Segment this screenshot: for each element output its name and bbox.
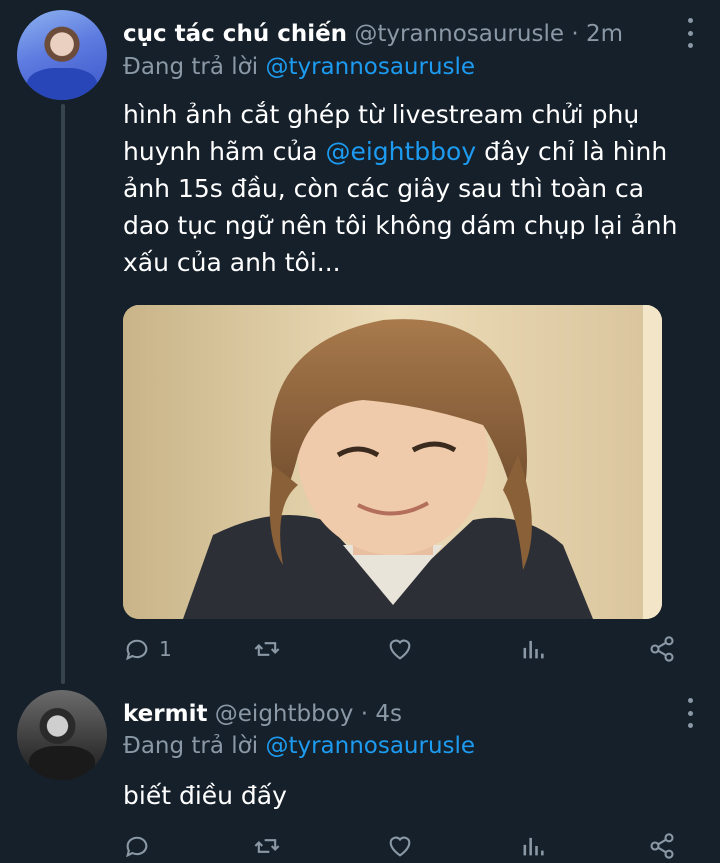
- tweet-header: kermit @eightbboy · 4s: [123, 699, 402, 729]
- replying-to-label: Đang trả lời: [123, 54, 259, 80]
- tweet-text: hình ảnh cắt ghép từ livestream chửi phụ…: [123, 96, 698, 281]
- avatar[interactable]: [17, 10, 107, 100]
- analytics-button[interactable]: [519, 829, 547, 863]
- display-name[interactable]: kermit: [123, 701, 207, 727]
- user-handle[interactable]: @eightbboy: [215, 701, 354, 727]
- more-options-button[interactable]: [686, 698, 694, 728]
- avatar-figure: [29, 746, 95, 780]
- replying-to-mention[interactable]: @tyrannosaurusle: [265, 54, 475, 80]
- analytics-button[interactable]: [519, 632, 547, 666]
- heart-icon: [389, 639, 411, 660]
- separator-dot: ·: [571, 21, 579, 47]
- replying-to-mention[interactable]: @tyrannosaurusle: [265, 733, 475, 759]
- replying-to-line: Đang trả lời @tyrannosaurusle: [123, 52, 475, 82]
- analytics-icon: [523, 837, 544, 856]
- share-button[interactable]: [648, 829, 676, 863]
- retweet-button[interactable]: [253, 829, 281, 863]
- retweet-button[interactable]: [253, 632, 281, 666]
- reply-button[interactable]: 1: [123, 632, 172, 666]
- share-button[interactable]: [648, 632, 676, 666]
- reply-icon: [126, 836, 148, 858]
- analytics-icon: [523, 640, 544, 659]
- more-vertical-icon: [687, 698, 693, 703]
- tweet-mention-link[interactable]: @eightbboy: [325, 137, 476, 166]
- reply-count: 1: [159, 637, 172, 661]
- timestamp[interactable]: 4s: [375, 701, 402, 727]
- tweet-actions: 1: [123, 632, 678, 666]
- tweet-media-image[interactable]: [123, 305, 662, 619]
- replying-to-line: Đang trả lời @tyrannosaurusle: [123, 731, 475, 761]
- timestamp[interactable]: 2m: [586, 21, 623, 47]
- separator-dot: ·: [360, 701, 369, 727]
- user-handle[interactable]: @tyrannosaurusle: [354, 21, 564, 47]
- replying-to-label: Đang trả lời: [123, 733, 259, 759]
- photo-illustration: [123, 305, 662, 619]
- share-icon: [650, 833, 674, 859]
- like-button[interactable]: [386, 829, 414, 863]
- more-vertical-icon: [687, 18, 693, 23]
- tweet-text: biết điều đấy: [123, 781, 287, 810]
- heart-icon: [389, 836, 411, 857]
- reply-icon: [126, 639, 148, 661]
- display-name[interactable]: cục tác chú chiến: [123, 21, 347, 47]
- avatar[interactable]: [17, 690, 107, 780]
- avatar-figure: [27, 68, 97, 100]
- thread-connector-line: [61, 104, 65, 684]
- share-icon: [650, 636, 674, 662]
- tweet-header: cục tác chú chiến @tyrannosaurusle · 2m: [123, 19, 623, 49]
- reply-button[interactable]: [123, 829, 151, 863]
- like-button[interactable]: [386, 632, 414, 666]
- retweet-icon: [254, 839, 280, 853]
- tweet-actions: [123, 829, 678, 863]
- retweet-icon: [254, 642, 280, 656]
- more-options-button[interactable]: [686, 18, 694, 48]
